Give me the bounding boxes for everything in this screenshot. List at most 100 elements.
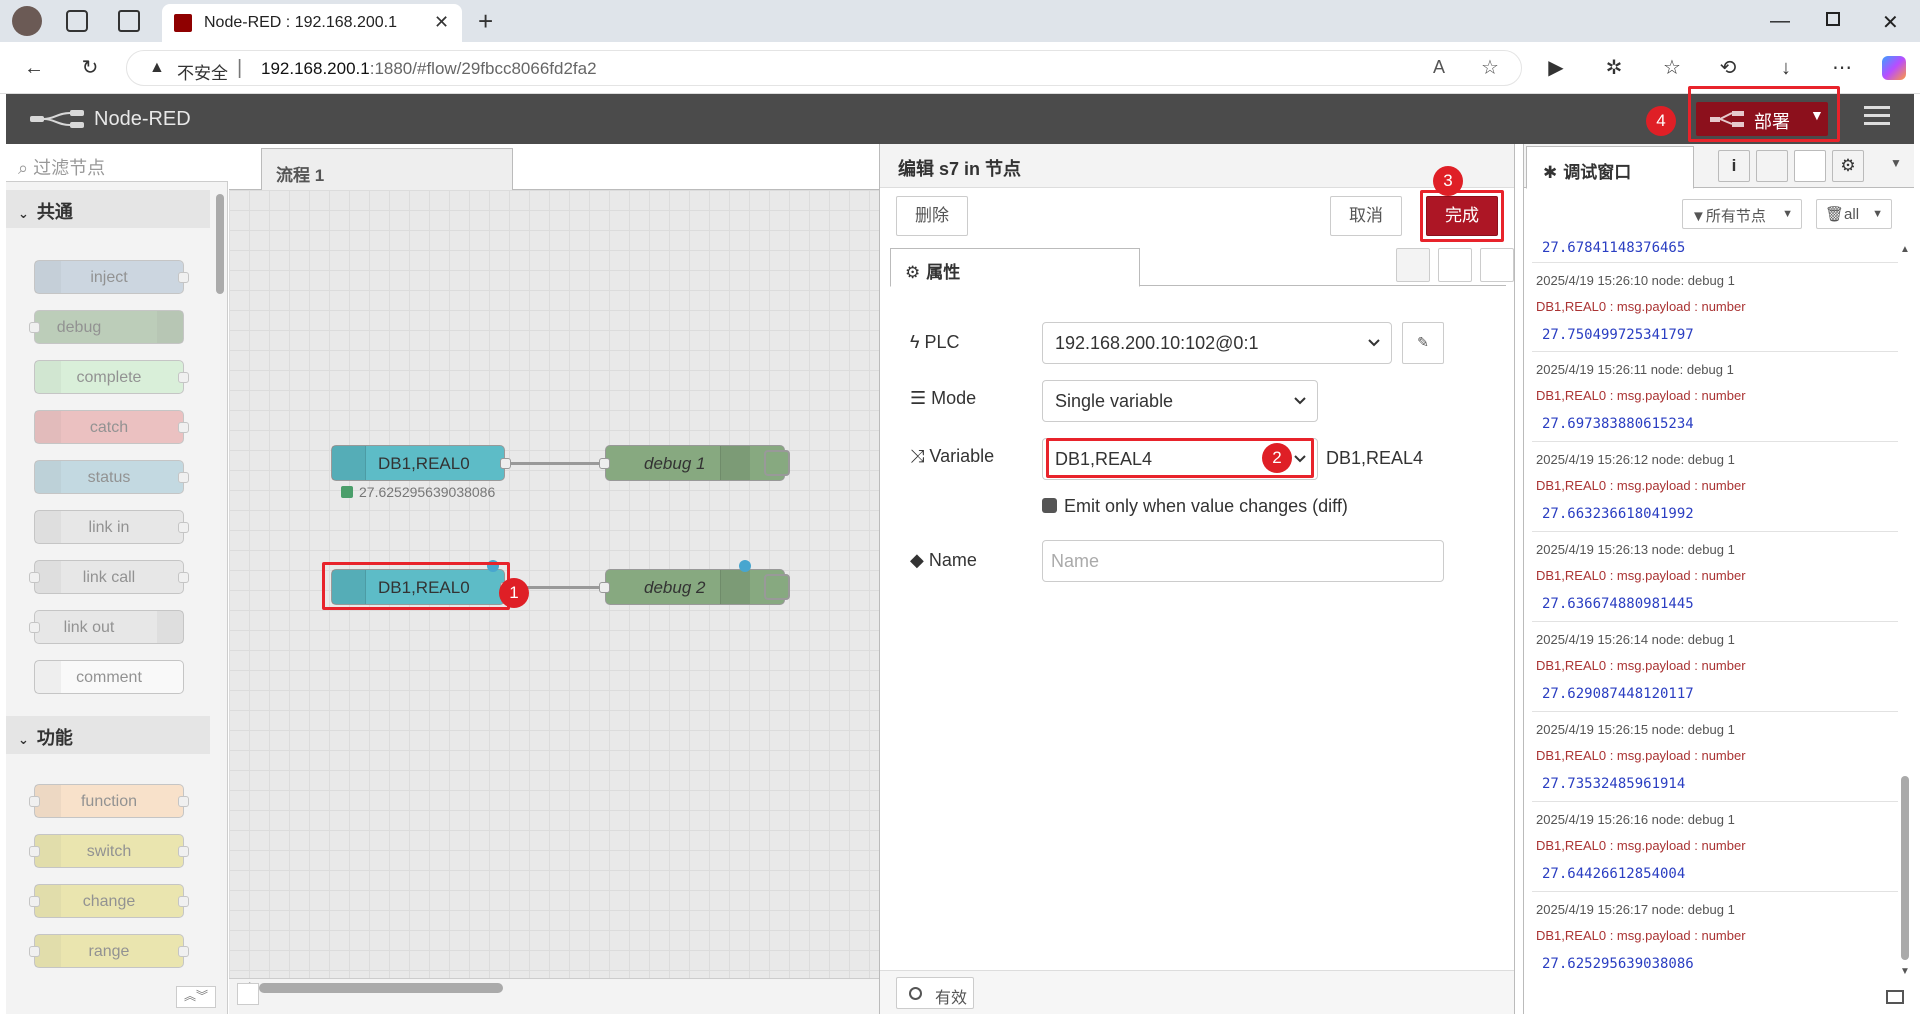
palette-node-link-in[interactable]: link in <box>34 510 189 544</box>
input-port[interactable] <box>29 572 40 583</box>
palette-filter-input[interactable]: ⌕ 过滤节点 <box>6 144 228 182</box>
debug-message[interactable]: 2025/4/19 15:26:17 node: debug 1 DB1,REA… <box>1532 892 1898 980</box>
input-port[interactable] <box>29 322 40 333</box>
url-field[interactable]: ▲ 不安全 | 192.168.200.1:1880/#flow/29fbcc8… <box>126 50 1522 86</box>
output-port[interactable] <box>178 472 189 483</box>
debug-value[interactable]: 27.663236618041992 <box>1542 506 1694 522</box>
input-port[interactable] <box>29 946 40 957</box>
debug-filter-nodes[interactable]: ▼所有节点 ▼ <box>1682 199 1802 229</box>
debug-message[interactable]: 2025/4/19 15:26:13 node: debug 1 DB1,REA… <box>1532 532 1898 622</box>
info-icon[interactable]: i <box>1718 150 1750 182</box>
palette-node-complete[interactable]: complete <box>34 360 189 394</box>
output-port[interactable] <box>178 572 189 583</box>
output-port[interactable] <box>178 946 189 957</box>
input-port[interactable] <box>29 796 40 807</box>
debug-value[interactable]: 27.67841148376465 <box>1542 240 1685 256</box>
cancel-button[interactable]: 取消 <box>1330 196 1402 236</box>
delete-button[interactable]: 删除 <box>896 196 968 236</box>
workspaces-icon[interactable] <box>66 10 88 32</box>
debug-clear-filter[interactable]: 🗑all ▼ <box>1816 199 1892 229</box>
output-port[interactable] <box>178 372 189 383</box>
palette-node-comment[interactable]: comment <box>34 660 184 694</box>
debug-value[interactable]: 27.625295639038086 <box>1542 956 1694 972</box>
debug-message[interactable]: 2025/4/19 15:26:10 node: debug 1 DB1,REA… <box>1532 262 1898 352</box>
favorite-star-icon[interactable]: ☆ <box>1481 55 1499 80</box>
s7-in-node[interactable]: DB1,REAL0 <box>331 445 511 481</box>
flow-canvas[interactable]: DB1,REAL0 27.625295639038086 debug 1 DB1… <box>229 190 879 978</box>
palette-node-switch[interactable]: switch <box>29 834 189 868</box>
debug-message-list[interactable]: 27.67841148376465 2025/4/19 15:26:10 nod… <box>1532 240 1898 980</box>
debug-toggle-button[interactable] <box>764 574 790 600</box>
scroll-up-icon[interactable]: ▲ <box>1900 244 1910 255</box>
help-book-icon[interactable] <box>1756 150 1788 182</box>
debug-value[interactable]: 27.636674880981445 <box>1542 596 1694 612</box>
palette-node-function[interactable]: function <box>29 784 189 818</box>
node-appearance-icon[interactable] <box>1480 248 1514 282</box>
input-port[interactable] <box>29 622 40 633</box>
more-icon[interactable]: ⋯ <box>1830 56 1854 80</box>
output-port[interactable] <box>178 422 189 433</box>
output-port[interactable] <box>178 796 189 807</box>
history-icon[interactable]: ⟲ <box>1716 56 1740 80</box>
tab-flow-1[interactable]: 流程 1 <box>261 148 513 190</box>
read-aloud-icon[interactable]: A <box>1433 57 1445 78</box>
debug-message[interactable]: 2025/4/19 15:26:12 node: debug 1 DB1,REA… <box>1532 442 1898 532</box>
extensions-icon[interactable]: ✲ <box>1602 56 1626 80</box>
palette-collapse-controls[interactable]: ︽︾ <box>176 986 216 1008</box>
palette-scrollbar[interactable] <box>216 194 224 294</box>
scrollbar-thumb[interactable] <box>1901 776 1909 960</box>
sidebar-menu-caret-icon[interactable]: ▼ <box>1890 156 1902 170</box>
debug-node[interactable]: debug 1 <box>599 445 790 481</box>
scroll-down-icon[interactable]: ▼ <box>1900 966 1910 977</box>
copilot-icon[interactable] <box>1882 56 1906 80</box>
minimize-icon[interactable]: — <box>1770 10 1790 33</box>
palette-node-link-out[interactable]: link out <box>29 610 184 644</box>
palette-category-common[interactable]: ⌄ 共通 <box>6 190 210 228</box>
debug-bug-icon[interactable] <box>1794 150 1826 182</box>
input-port[interactable] <box>29 846 40 857</box>
debug-node[interactable]: debug 2 <box>599 569 790 605</box>
open-window-icon[interactable] <box>1886 990 1904 1004</box>
refresh-icon[interactable]: ↻ <box>78 56 102 80</box>
debug-scrollbar[interactable]: ▲ ▼ <box>1898 240 1912 980</box>
profile-avatar[interactable] <box>12 6 42 36</box>
debug-message[interactable]: 2025/4/19 15:26:16 node: debug 1 DB1,REA… <box>1532 802 1898 892</box>
search-flows-icon[interactable] <box>237 983 259 1005</box>
debug-value[interactable]: 27.750499725341797 <box>1542 327 1694 343</box>
palette-node-catch[interactable]: catch <box>34 410 189 444</box>
input-port[interactable] <box>599 458 610 469</box>
config-gear-icon[interactable]: ⚙ <box>1832 150 1864 182</box>
output-port[interactable] <box>500 458 511 469</box>
debug-message[interactable]: 2025/4/19 15:26:11 node: debug 1 DB1,REA… <box>1532 352 1898 442</box>
back-icon[interactable]: ← <box>22 56 46 80</box>
plc-select[interactable]: 192.168.200.10:102@0:1 <box>1042 322 1392 364</box>
tab-properties[interactable]: ⚙ 属性 <box>890 248 1140 287</box>
palette-category-function[interactable]: ⌄ 功能 <box>6 716 210 754</box>
input-port[interactable] <box>599 582 610 593</box>
downloads-icon[interactable]: ↓ <box>1774 56 1798 80</box>
palette-node-link-call[interactable]: link call <box>29 560 189 594</box>
debug-message[interactable]: 2025/4/19 15:26:14 node: debug 1 DB1,REA… <box>1532 622 1898 712</box>
palette-node-status[interactable]: status <box>34 460 189 494</box>
output-port[interactable] <box>178 522 189 533</box>
debug-value[interactable]: 27.697383880615234 <box>1542 416 1694 432</box>
palette-node-debug[interactable]: debug <box>29 310 184 344</box>
workspace-scrollbar[interactable] <box>259 983 503 993</box>
output-port[interactable] <box>178 846 189 857</box>
close-window-icon[interactable]: ✕ <box>1882 10 1899 35</box>
diff-checkbox[interactable] <box>1042 498 1057 513</box>
favorites-icon[interactable]: ☆ <box>1660 56 1684 80</box>
play-icon[interactable]: ▶ <box>1544 56 1568 80</box>
node-settings-gear-icon[interactable] <box>1396 248 1430 282</box>
maximize-icon[interactable] <box>1826 12 1840 26</box>
palette-node-range[interactable]: range <box>29 934 189 968</box>
input-port[interactable] <box>29 896 40 907</box>
browser-tab[interactable]: Node-RED : 192.168.200.1 ✕ <box>162 4 462 42</box>
node-description-icon[interactable] <box>1438 248 1472 282</box>
wire[interactable] <box>505 462 605 465</box>
mode-select[interactable]: Single variable <box>1042 380 1318 422</box>
tab-debug[interactable]: ✱ 调试窗口 <box>1526 146 1694 189</box>
output-port[interactable] <box>178 272 189 283</box>
edit-plc-pencil-button[interactable]: ✎ <box>1402 322 1444 364</box>
name-input[interactable]: Name <box>1042 540 1444 582</box>
